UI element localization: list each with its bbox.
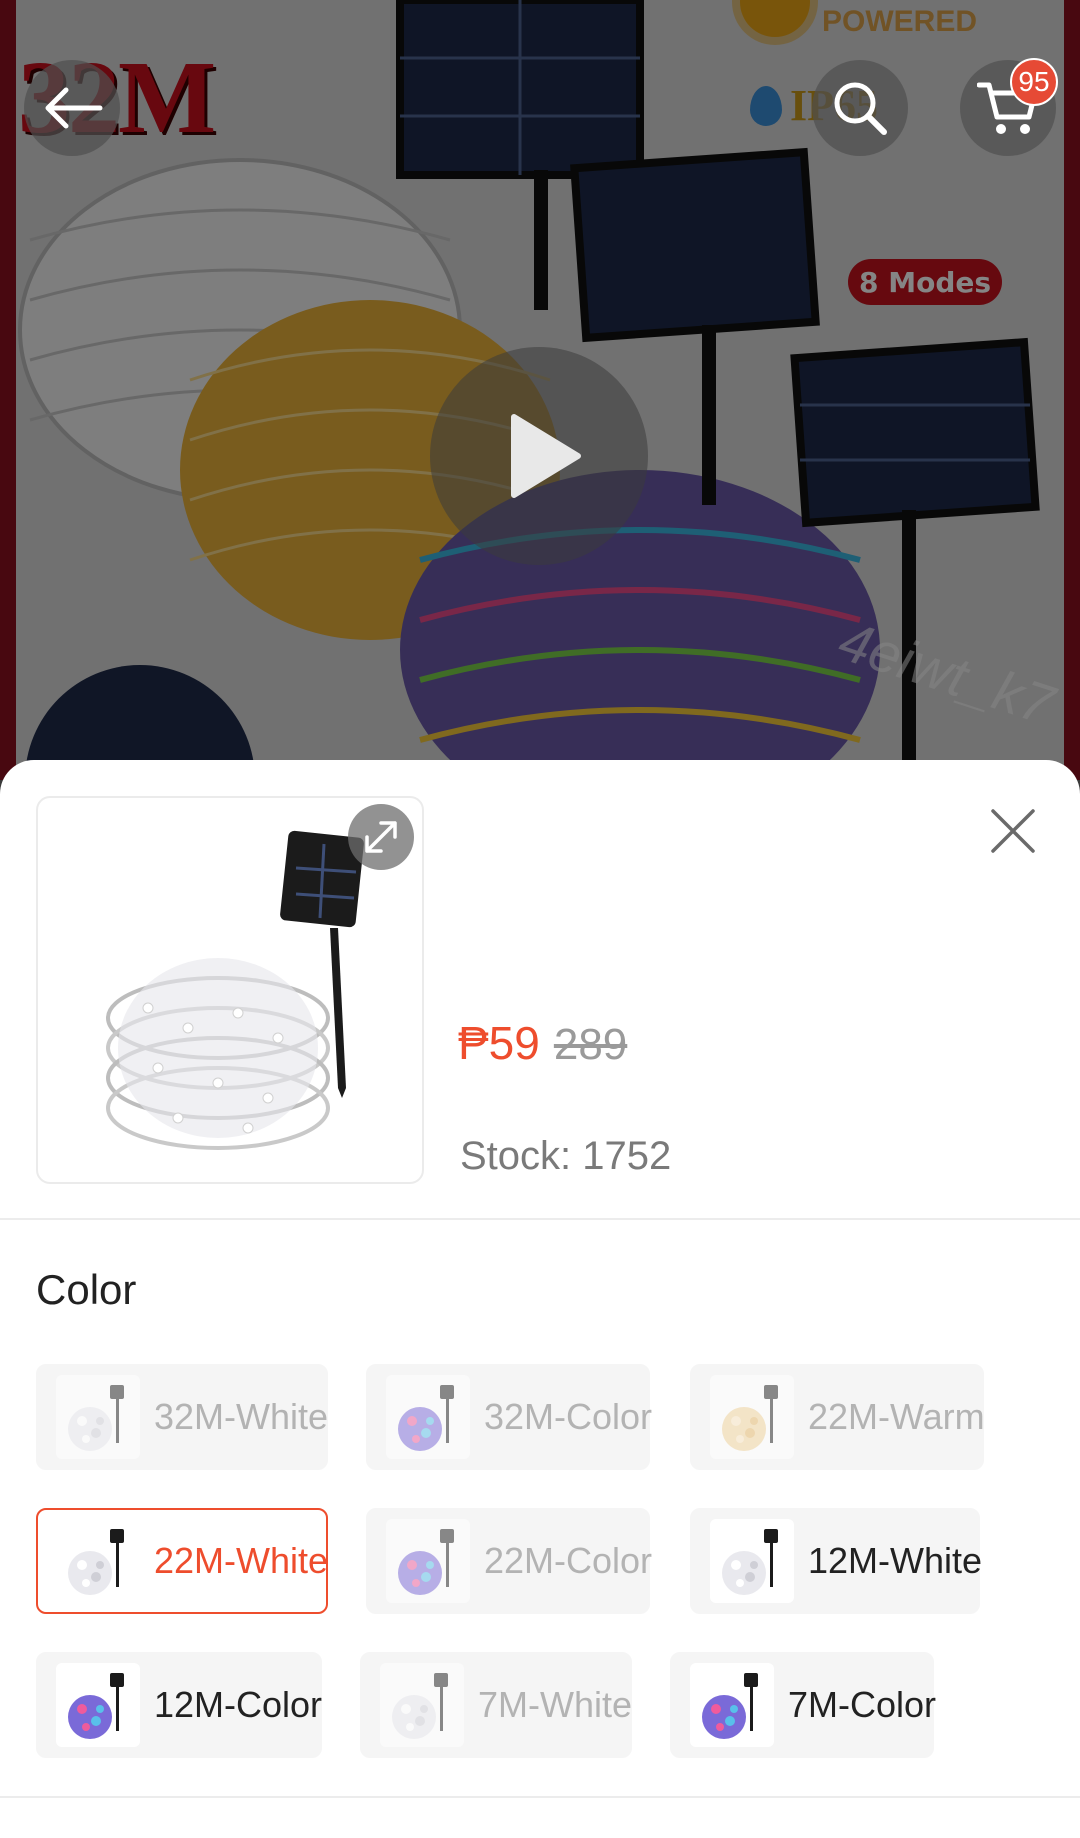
search-icon <box>834 82 887 135</box>
option-thumbnail <box>56 1519 140 1603</box>
option-label: 22M-Color <box>484 1540 653 1581</box>
color-option-12m-white[interactable]: 12M-White <box>690 1508 983 1614</box>
option-thumbnail <box>710 1375 794 1459</box>
option-thumbnail <box>710 1519 794 1603</box>
option-label: 22M-White <box>154 1540 329 1581</box>
close-icon <box>991 809 1035 853</box>
expand-icon <box>365 821 397 853</box>
option-label: 32M-Color <box>484 1396 653 1437</box>
option-label: 22M-Warm <box>808 1396 985 1437</box>
option-thumbnail <box>56 1375 140 1459</box>
search-button[interactable] <box>812 60 908 156</box>
color-option-32m-color[interactable]: 32M-Color <box>366 1364 653 1470</box>
option-label: 12M-White <box>808 1540 983 1581</box>
color-option-7m-color[interactable]: 7M-Color <box>670 1652 937 1758</box>
color-option-12m-color[interactable]: 12M-Color <box>36 1652 322 1758</box>
arrow-left-icon <box>45 87 103 129</box>
option-thumbnail <box>386 1375 470 1459</box>
option-thumbnail <box>386 1519 470 1603</box>
play-icon <box>511 414 581 498</box>
option-label: 12M-Color <box>154 1684 323 1725</box>
current-price: ₱59 <box>458 1017 540 1069</box>
expand-image-button[interactable] <box>348 804 414 870</box>
option-label: 7M-White <box>478 1684 633 1725</box>
color-option-32m-white[interactable]: 32M-White <box>36 1364 328 1470</box>
variant-selector-sheet: ₱59 289 Stock: 1752 Color 32M-White 32M-C… <box>0 760 1080 1838</box>
option-thumbnail <box>690 1663 774 1747</box>
option-thumbnail <box>380 1663 464 1747</box>
price-row: ₱59 289 <box>458 1016 627 1070</box>
divider <box>0 1796 1080 1798</box>
color-option-22m-color[interactable]: 22M-Color <box>366 1508 653 1614</box>
option-thumbnail <box>56 1663 140 1747</box>
color-option-22m-white[interactable]: 22M-White <box>36 1508 328 1614</box>
option-label: 7M-Color <box>788 1684 937 1725</box>
color-option-7m-white[interactable]: 7M-White <box>360 1652 632 1758</box>
close-button[interactable] <box>978 796 1048 866</box>
color-section-title: Color <box>36 1266 137 1313</box>
stock-count: Stock: 1752 <box>460 1134 672 1178</box>
divider <box>0 1218 1080 1220</box>
product-media: 32M POWERED IP65 8 Modes 4eiwt_k7 95 <box>0 0 1080 780</box>
play-video-button[interactable] <box>430 347 648 565</box>
back-button[interactable] <box>24 60 120 156</box>
option-label: 32M-White <box>154 1396 329 1437</box>
cart-count-badge: 95 <box>1010 58 1058 106</box>
color-option-22m-warm[interactable]: 22M-Warm <box>690 1364 985 1470</box>
original-price: 289 <box>553 1020 628 1069</box>
